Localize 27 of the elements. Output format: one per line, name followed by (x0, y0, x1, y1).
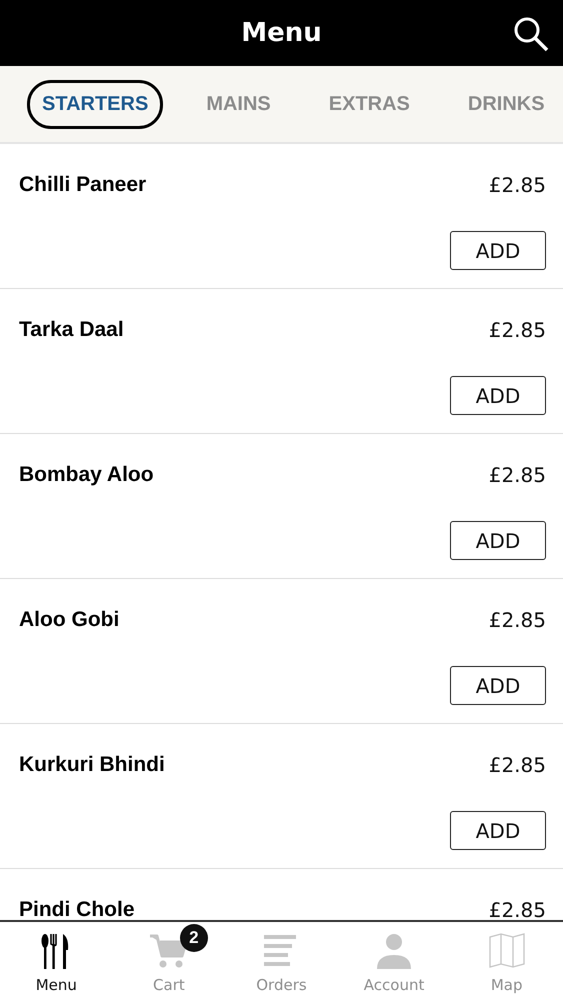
dish-price: £2.85 (488, 464, 546, 484)
add-button[interactable]: ADD (450, 376, 546, 415)
nav-tab[interactable]: 2 Cart (112, 922, 226, 1000)
lines-icon (264, 935, 298, 967)
dish-name: Aloo Gobi (19, 609, 120, 630)
add-button[interactable]: ADD (450, 521, 546, 560)
nav-tab[interactable]: Menu (0, 922, 113, 1000)
dish-price: £2.85 (488, 754, 546, 774)
count-badge: 2 (180, 924, 208, 952)
search-icon (513, 16, 549, 52)
dish-name: Kurkuri Bhindi (19, 754, 165, 775)
dish-name: Tarka Daal (19, 319, 124, 340)
dish-name: Bombay Aloo (19, 464, 154, 485)
add-button[interactable]: ADD (450, 811, 546, 850)
dish-name: Pindi Chole (19, 899, 134, 920)
map-icon (488, 933, 525, 969)
add-button[interactable]: ADD (450, 231, 546, 270)
user-icon (376, 933, 412, 969)
dish-price: £2.85 (488, 900, 546, 920)
dish-price: £2.85 (488, 610, 546, 630)
dish-name: Chilli Paneer (19, 174, 146, 195)
dish-price: £2.85 (488, 174, 546, 194)
dish-price: £2.85 (488, 320, 546, 340)
add-button[interactable]: ADD (450, 666, 546, 705)
cart-icon (150, 933, 188, 969)
page-title: Menu (241, 18, 322, 48)
category-tab[interactable]: STARTERS (27, 80, 164, 128)
